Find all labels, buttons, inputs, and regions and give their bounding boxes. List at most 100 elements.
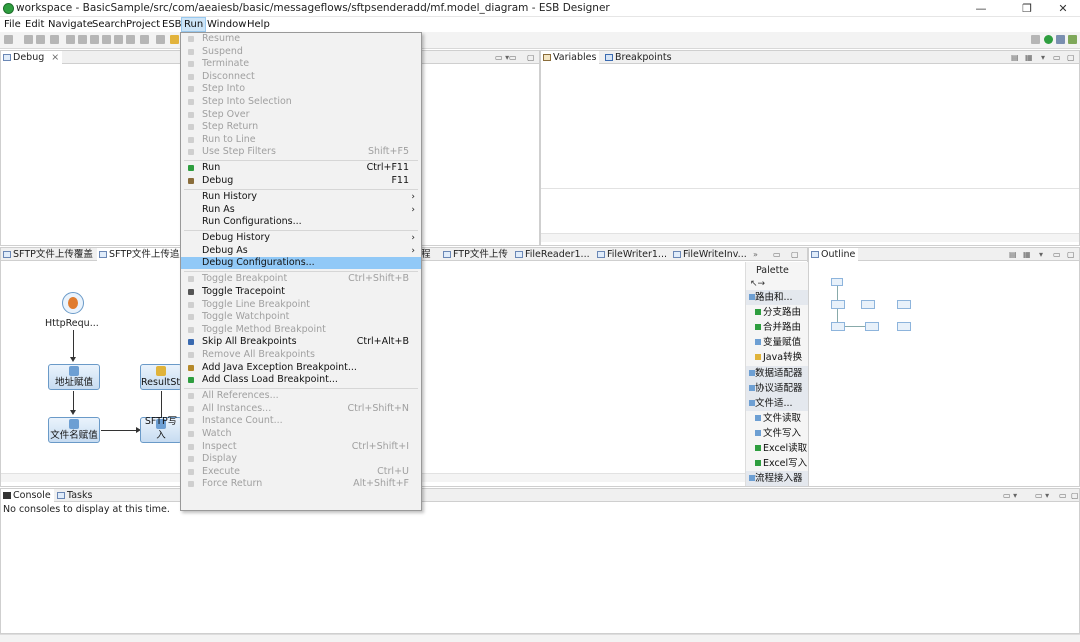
minimize-view-icon[interactable]: ▭: [1053, 53, 1061, 62]
palette-category-protocol-adapter[interactable]: 协议适配器: [746, 381, 809, 396]
new-icon[interactable]: [4, 35, 13, 44]
tab-breakpoints[interactable]: Breakpoints: [603, 51, 675, 64]
minimize-view-icon[interactable]: ▭: [1053, 250, 1061, 259]
menu-esb[interactable]: ESB: [160, 17, 184, 32]
tab-sftp-upload-append[interactable]: SFTP文件上传追加: [97, 248, 192, 261]
tab-debug[interactable]: Debug ⨯: [1, 51, 63, 64]
menu-window[interactable]: Window: [205, 17, 248, 32]
result-stat-node[interactable]: ResultSta: [140, 364, 186, 390]
menu-run[interactable]: Run: [181, 17, 207, 32]
close-window-button[interactable]: ✕: [1048, 1, 1078, 16]
resume-toolbar-icon[interactable]: [66, 35, 75, 44]
minimize-view-icon[interactable]: ▭: [1059, 491, 1067, 500]
palette-item-branch-route[interactable]: 分支路由: [746, 305, 809, 320]
tab-tasks[interactable]: Tasks: [55, 489, 95, 502]
drop-frame-toolbar-icon[interactable]: [156, 35, 165, 44]
menu-item-toggle-watchpoint[interactable]: Toggle Watchpoint: [181, 311, 421, 323]
menu-item-use-step-filters[interactable]: Use Step Filters Shift+F5: [181, 146, 421, 158]
minimize-button[interactable]: —: [966, 1, 996, 16]
open-console-icon[interactable]: ▭ ▾: [1035, 491, 1049, 500]
outline-toolbar-icon[interactable]: ▤: [1009, 250, 1017, 259]
menu-navigate[interactable]: Navigate: [46, 17, 95, 32]
view-menu-icon[interactable]: ▾: [1041, 53, 1045, 62]
minimize-view-icon[interactable]: ▭: [509, 53, 517, 62]
maximize-view-icon[interactable]: ▢: [791, 250, 799, 259]
tab-sftp-upload-overwrite[interactable]: SFTP文件上传覆盖: [1, 248, 96, 261]
menu-item-resume[interactable]: Resume: [181, 33, 421, 45]
menu-edit[interactable]: Edit: [23, 17, 46, 32]
skip-breakpoints-toolbar-icon[interactable]: [50, 35, 59, 44]
tab-outline[interactable]: Outline: [809, 248, 859, 261]
menu-item-run[interactable]: Run Ctrl+F11: [181, 162, 421, 174]
minimize-view-icon[interactable]: ▭: [773, 250, 781, 259]
detail-pane-divider[interactable]: [541, 188, 1079, 189]
menu-item-add-class-load-breakpoint[interactable]: Add Class Load Breakpoint...: [181, 374, 421, 386]
select-tool-icon[interactable]: ↖→: [750, 279, 765, 289]
menu-item-step-into[interactable]: Step Into: [181, 83, 421, 95]
menu-file[interactable]: File: [2, 17, 23, 32]
tab-filewriteinv[interactable]: FileWriteInv...: [671, 248, 750, 261]
menu-item-disconnect[interactable]: Disconnect: [181, 71, 421, 83]
menu-item-execute[interactable]: Execute Ctrl+U: [181, 466, 421, 478]
menu-item-inspect[interactable]: Inspect Ctrl+Shift+I: [181, 441, 421, 453]
palette-category-routing[interactable]: 路由和...: [746, 290, 809, 305]
save-all-icon[interactable]: [36, 35, 45, 44]
tab-variables[interactable]: Variables: [541, 51, 600, 64]
display-selected-console-icon[interactable]: ▭ ▾: [1003, 491, 1017, 500]
menu-item-skip-all-breakpoints[interactable]: Skip All Breakpoints Ctrl+Alt+B: [181, 336, 421, 348]
menu-item-run-history[interactable]: Run History ›: [181, 191, 421, 203]
menu-item-run-to-line[interactable]: Run to Line: [181, 134, 421, 146]
outline-overview-icon[interactable]: ▦: [1023, 250, 1031, 259]
sftp-write-node[interactable]: SFTP写入: [140, 416, 182, 443]
maximize-view-icon[interactable]: ▢: [1067, 250, 1075, 259]
maximize-view-icon[interactable]: ▢: [527, 53, 535, 62]
open-folder-icon[interactable]: [170, 35, 179, 44]
menu-item-step-over[interactable]: Step Over: [181, 109, 421, 121]
palette-category-data-adapter[interactable]: 数据适配器: [746, 366, 809, 381]
palette-item-file-write[interactable]: 文件写入: [746, 426, 809, 441]
menu-item-all-instances[interactable]: All Instances... Ctrl+Shift+N: [181, 403, 421, 415]
menu-project[interactable]: Project: [124, 17, 162, 32]
restore-button[interactable]: ❐: [1012, 1, 1042, 16]
palette-item-excel-read[interactable]: Excel读取: [746, 441, 809, 456]
menu-item-toggle-tracepoint[interactable]: Toggle Tracepoint: [181, 286, 421, 298]
maximize-view-icon[interactable]: ▢: [1067, 53, 1075, 62]
menu-item-remove-all-breakpoints[interactable]: Remove All Breakpoints: [181, 349, 421, 361]
menu-item-display[interactable]: Display: [181, 453, 421, 465]
show-type-names-icon[interactable]: ▦: [1025, 53, 1033, 62]
menu-item-step-into-selection[interactable]: Step Into Selection: [181, 96, 421, 108]
step-into-toolbar-icon[interactable]: [114, 35, 123, 44]
palette-item-merge-route[interactable]: 合并路由: [746, 320, 809, 335]
tab-console[interactable]: Console: [1, 489, 54, 502]
tab-filereader[interactable]: FileReader1...: [513, 248, 593, 261]
close-tab-icon[interactable]: ⨯: [51, 52, 59, 63]
menu-item-instance-count[interactable]: Instance Count...: [181, 415, 421, 427]
menu-help[interactable]: Help: [245, 17, 272, 32]
menu-item-debug[interactable]: Debug F11: [181, 175, 421, 187]
address-assign-node[interactable]: 地址赋值: [48, 364, 100, 390]
menu-item-watch[interactable]: Watch: [181, 428, 421, 440]
tab-filewriter[interactable]: FileWriter1...: [595, 248, 670, 261]
perspective-debug-icon[interactable]: [1068, 35, 1077, 44]
collapse-all-icon[interactable]: ▤: [1011, 53, 1019, 62]
http-request-node[interactable]: [62, 292, 84, 314]
filename-assign-node[interactable]: 文件名赋值: [48, 417, 100, 443]
maximize-view-icon[interactable]: ▢: [1071, 491, 1079, 500]
menu-item-all-references[interactable]: All References...: [181, 390, 421, 402]
palette-category-file-adapter[interactable]: 文件适...: [746, 396, 809, 411]
palette-item-excel-write[interactable]: Excel写入: [746, 456, 809, 471]
menu-item-run-as[interactable]: Run As ›: [181, 204, 421, 216]
save-icon[interactable]: [24, 35, 33, 44]
terminate-toolbar-icon[interactable]: [90, 35, 99, 44]
perspective-java-icon[interactable]: [1056, 35, 1065, 44]
disconnect-toolbar-icon[interactable]: [102, 35, 111, 44]
step-return-toolbar-icon[interactable]: [140, 35, 149, 44]
menu-item-suspend[interactable]: Suspend: [181, 46, 421, 58]
tab-ftp-upload[interactable]: FTP文件上传: [441, 248, 511, 261]
step-over-toolbar-icon[interactable]: [126, 35, 135, 44]
view-menu-icon[interactable]: ▭ ▾: [495, 53, 509, 62]
palette-item-variable-assign[interactable]: 变量赋值: [746, 335, 809, 350]
menu-item-toggle-line-breakpoint[interactable]: Toggle Line Breakpoint: [181, 299, 421, 311]
outline-thumbnail[interactable]: [825, 278, 937, 332]
menu-item-step-return[interactable]: Step Return: [181, 121, 421, 133]
